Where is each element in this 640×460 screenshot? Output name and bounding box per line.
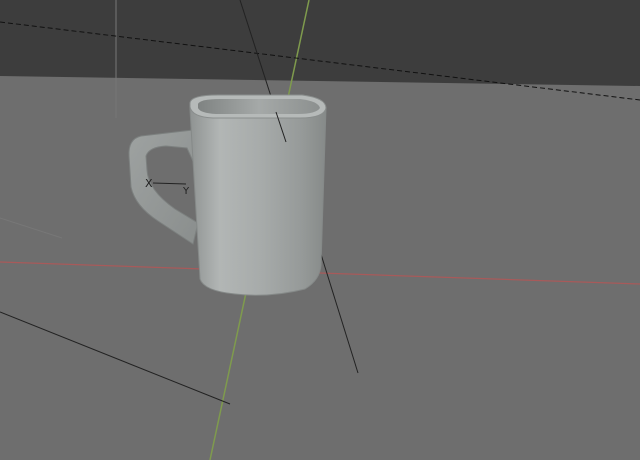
gizmo-x-label: X <box>145 177 153 190</box>
viewport-canvas[interactable]: X Y <box>0 0 640 460</box>
mug-opening <box>198 99 320 114</box>
mug-body[interactable] <box>189 94 327 296</box>
gizmo-y-label: Y <box>182 186 190 197</box>
3d-viewport[interactable]: X Y <box>0 0 640 460</box>
